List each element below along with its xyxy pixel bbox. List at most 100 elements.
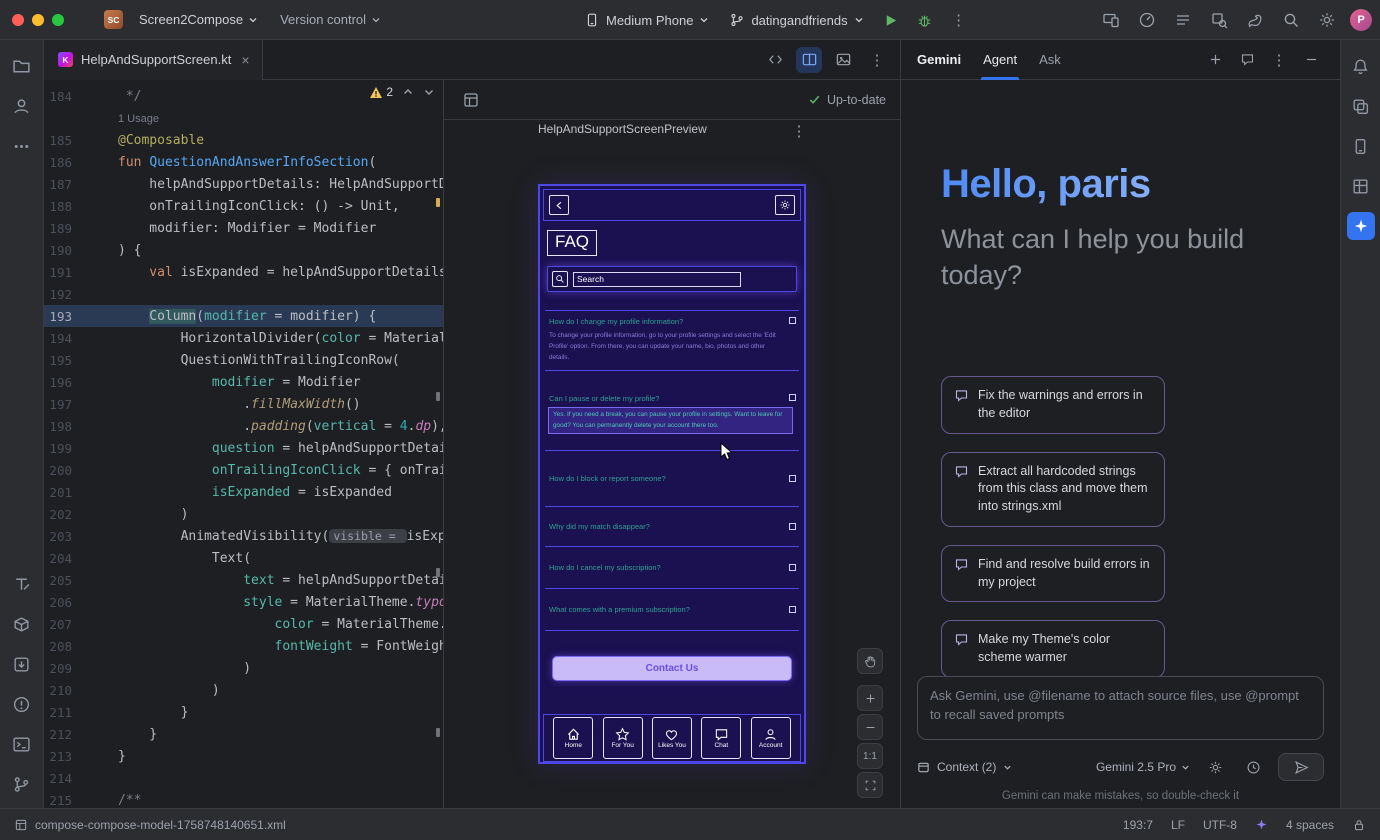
- faq-expand-icon[interactable]: [789, 606, 796, 613]
- model-selector[interactable]: Gemini 2.5 Pro: [1096, 760, 1190, 774]
- app-inspection-button[interactable]: [1206, 7, 1232, 33]
- code-line[interactable]: 195QuestionWithTrailingIconRow(: [44, 349, 443, 371]
- gemini-settings-button[interactable]: [1202, 754, 1228, 780]
- close-window-button[interactable]: [12, 14, 24, 26]
- code-line[interactable]: 198.padding(vertical = 4.dp),: [44, 415, 443, 437]
- device-manager-button[interactable]: [1347, 132, 1375, 160]
- profiler-button[interactable]: [1134, 7, 1160, 33]
- ai-spark-icon[interactable]: [1255, 818, 1268, 831]
- code-line[interactable]: 199question = helpAndSupportDetai: [44, 437, 443, 459]
- suggestion-card[interactable]: Fix the warnings and errors in the edito…: [941, 376, 1165, 434]
- commit-tool-button[interactable]: [8, 92, 36, 120]
- code-line[interactable]: 212}: [44, 723, 443, 745]
- code-line[interactable]: 208fontWeight = FontWeigh: [44, 635, 443, 657]
- code-line[interactable]: 192: [44, 283, 443, 305]
- back-button[interactable]: [549, 195, 569, 215]
- code-line[interactable]: 1 Usage: [44, 107, 443, 129]
- code-line[interactable]: 214: [44, 767, 443, 789]
- faq-item[interactable]: Can I pause or delete my profile?Yes. If…: [545, 371, 799, 451]
- terminal-tool-button[interactable]: [8, 730, 36, 758]
- zoom-out-button[interactable]: [857, 714, 883, 740]
- nav-item-for-you[interactable]: For You: [603, 717, 643, 759]
- code-line[interactable]: 187helpAndSupportDetails: HelpAndSupport…: [44, 173, 443, 195]
- code-line[interactable]: 189modifier: Modifier = Modifier: [44, 217, 443, 239]
- code-editor[interactable]: 184*/1 Usage185@Composable186fun Questio…: [44, 80, 443, 808]
- preview-name-label[interactable]: HelpAndSupportScreenPreview: [538, 122, 707, 136]
- code-line[interactable]: 197.fillMaxWidth(): [44, 393, 443, 415]
- error-stripe-warning-mark[interactable]: [436, 198, 440, 207]
- faq-item[interactable]: Why did my match disappear?: [545, 507, 799, 547]
- branch-selector[interactable]: datingandfriends: [723, 8, 869, 32]
- code-line[interactable]: 209): [44, 657, 443, 679]
- code-line[interactable]: 186fun QuestionAndAnswerInfoSection(: [44, 151, 443, 173]
- chat-history-button[interactable]: [1234, 47, 1260, 73]
- send-prompt-button[interactable]: [1278, 753, 1324, 781]
- code-line[interactable]: 191val isExpanded = helpAndSupportDetail…: [44, 261, 443, 283]
- phone-settings-button[interactable]: [775, 195, 795, 215]
- gemini-input-box[interactable]: [917, 676, 1324, 740]
- version-control-tool-button[interactable]: [8, 770, 36, 798]
- lock-icon[interactable]: [1352, 818, 1366, 832]
- close-tab-icon[interactable]: ×: [241, 52, 249, 68]
- user-avatar[interactable]: P: [1350, 9, 1372, 31]
- debug-button[interactable]: [912, 7, 938, 33]
- fullscreen-window-button[interactable]: [52, 14, 64, 26]
- code-line[interactable]: 185@Composable: [44, 129, 443, 151]
- warnings-indicator[interactable]: 2: [369, 85, 393, 99]
- more-run-options-button[interactable]: ⋮: [946, 7, 972, 33]
- faq-expand-icon[interactable]: [789, 475, 796, 482]
- suggestion-card[interactable]: Make my Theme's color scheme warmer: [941, 620, 1165, 678]
- layout-inspector-button[interactable]: [1347, 172, 1375, 200]
- nav-item-chat[interactable]: Chat: [701, 717, 741, 759]
- gemini-tool-button[interactable]: [1347, 212, 1375, 240]
- code-view-button[interactable]: [762, 47, 788, 73]
- code-line[interactable]: 203AnimatedVisibility(visible = isExpand…: [44, 525, 443, 547]
- code-line[interactable]: 213}: [44, 745, 443, 767]
- faq-expand-icon[interactable]: [789, 394, 796, 401]
- split-view-button[interactable]: [796, 47, 822, 73]
- status-file-name[interactable]: compose-compose-model-1758748140651.xml: [35, 818, 286, 832]
- next-problem-button[interactable]: [423, 86, 435, 98]
- error-stripe-mark[interactable]: [436, 392, 440, 401]
- contact-us-button[interactable]: Contact Us: [552, 656, 792, 681]
- device-selector[interactable]: Medium Phone: [578, 8, 715, 32]
- pan-tool-button[interactable]: [857, 648, 883, 674]
- indent-setting[interactable]: 4 spaces: [1286, 818, 1334, 832]
- line-separator[interactable]: LF: [1171, 818, 1185, 832]
- code-line[interactable]: 200onTrailingIconClick = { onTrai: [44, 459, 443, 481]
- code-line[interactable]: 207color = MaterialTheme.: [44, 613, 443, 635]
- project-tool-button[interactable]: [8, 52, 36, 80]
- preview-layout-button[interactable]: [458, 87, 484, 113]
- previous-problem-button[interactable]: [402, 86, 414, 98]
- code-line[interactable]: 193Column(modifier = modifier) {: [44, 305, 443, 327]
- problems-tool-button[interactable]: [8, 690, 36, 718]
- search-input[interactable]: Search: [573, 272, 741, 287]
- code-line[interactable]: 190) {: [44, 239, 443, 261]
- faq-item[interactable]: How do I cancel my subscription?: [545, 547, 799, 589]
- faq-expand-icon[interactable]: [789, 317, 796, 324]
- running-devices-button[interactable]: [1098, 7, 1124, 33]
- code-line[interactable]: 211}: [44, 701, 443, 723]
- code-line[interactable]: 188onTrailingIconClick: () -> Unit,: [44, 195, 443, 217]
- code-line[interactable]: 205text = helpAndSupportDetai: [44, 569, 443, 591]
- faq-expand-icon[interactable]: [789, 564, 796, 571]
- design-view-button[interactable]: [830, 47, 856, 73]
- prompt-history-button[interactable]: [1240, 754, 1266, 780]
- code-line[interactable]: 201isExpanded = isExpanded: [44, 481, 443, 503]
- editor-options-button[interactable]: ⋮: [864, 47, 890, 73]
- caret-position[interactable]: 193:7: [1123, 818, 1153, 832]
- preview-options-button[interactable]: ⋮: [786, 118, 812, 144]
- code-line[interactable]: 206style = MaterialTheme.typography: [44, 591, 443, 613]
- error-stripe-mark[interactable]: [436, 568, 440, 577]
- code-line[interactable]: 210): [44, 679, 443, 701]
- todo-button[interactable]: [1170, 7, 1196, 33]
- code-line[interactable]: 196modifier = Modifier: [44, 371, 443, 393]
- settings-button[interactable]: [1314, 7, 1340, 33]
- tab-helpandsupportscreen[interactable]: K HelpAndSupportScreen.kt ×: [44, 40, 263, 80]
- nav-item-account[interactable]: Account: [751, 717, 791, 759]
- nav-item-likes-you[interactable]: Likes You: [652, 717, 692, 759]
- zoom-in-button[interactable]: [857, 685, 883, 711]
- notifications-button[interactable]: [1347, 52, 1375, 80]
- faq-item[interactable]: How do I change my profile information?T…: [545, 311, 799, 371]
- suggestion-card[interactable]: Extract all hardcoded strings from this …: [941, 452, 1165, 527]
